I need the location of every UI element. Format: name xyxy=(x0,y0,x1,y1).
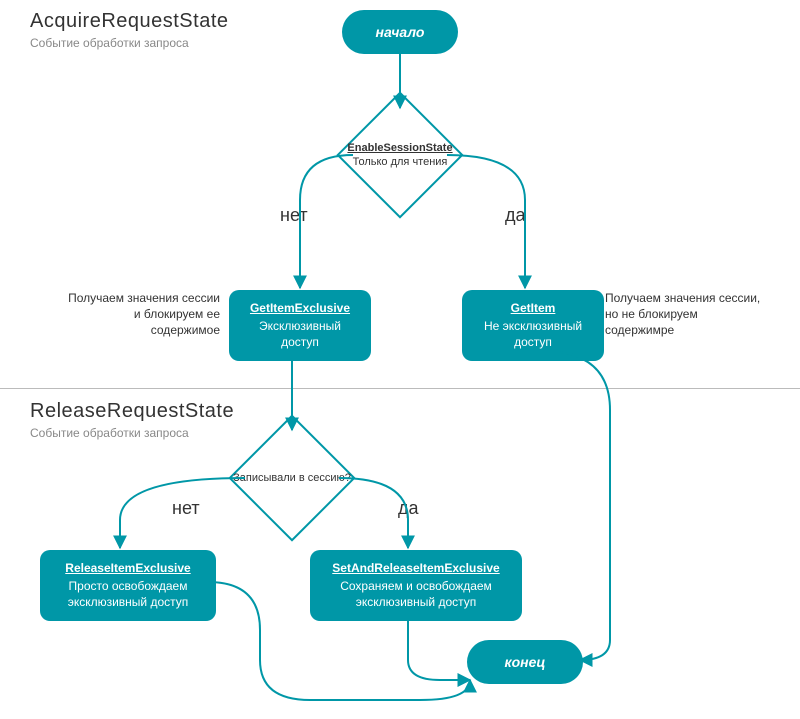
node-end-label: конец xyxy=(505,654,546,670)
node-get-item: GetItem Не эксклюзивныйдоступ xyxy=(462,290,604,361)
edge-label-no-2: нет xyxy=(172,498,200,519)
node-decision-wrote-session: Записывали в сессию? xyxy=(232,418,352,538)
rix-sub: Просто освобождаемэксклюзивный доступ xyxy=(68,579,189,609)
node-start: начало xyxy=(342,10,458,54)
edge-label-yes-2: да xyxy=(398,498,419,519)
section-release-title: ReleaseRequestState xyxy=(30,400,234,423)
node-decision-enable-session-state: EnableSessionState Только для чтения xyxy=(340,95,460,215)
section-release-sub: Событие обработки запроса xyxy=(30,426,189,440)
node-release-item-exclusive: ReleaseItemExclusive Просто освобождаемэ… xyxy=(40,550,216,621)
dec2-sub: Записывали в сессию? xyxy=(233,472,351,484)
gix-sub: Эксклюзивныйдоступ xyxy=(259,319,341,349)
node-set-and-release-item-exclusive: SetAndReleaseItemExclusive Сохраняем и о… xyxy=(310,550,522,621)
section-acquire-title: AcquireRequestState xyxy=(30,10,229,33)
section-divider xyxy=(0,388,800,389)
node-get-item-exclusive: GetItemExclusive Эксклюзивныйдоступ xyxy=(229,290,371,361)
note-left: Получаем значения сессиии блокируем еесо… xyxy=(50,290,220,339)
gix-title: GetItemExclusive xyxy=(237,300,363,316)
dec1-sub: Только для чтения xyxy=(353,156,448,168)
dec1-title: EnableSessionState xyxy=(347,141,452,155)
note-right: Получаем значения сессии,но не блокируем… xyxy=(605,290,780,339)
section-acquire-sub: Событие обработки запроса xyxy=(30,36,189,50)
srix-title: SetAndReleaseItemExclusive xyxy=(318,560,514,576)
rix-title: ReleaseItemExclusive xyxy=(48,560,208,576)
gi-sub: Не эксклюзивныйдоступ xyxy=(484,319,582,349)
node-end: конец xyxy=(467,640,583,684)
gi-title: GetItem xyxy=(470,300,596,316)
edge-label-yes-1: да xyxy=(505,205,526,226)
srix-sub: Сохраняем и освобождаемэксклюзивный дост… xyxy=(340,579,492,609)
edge-label-no-1: нет xyxy=(280,205,308,226)
node-start-label: начало xyxy=(376,24,425,40)
